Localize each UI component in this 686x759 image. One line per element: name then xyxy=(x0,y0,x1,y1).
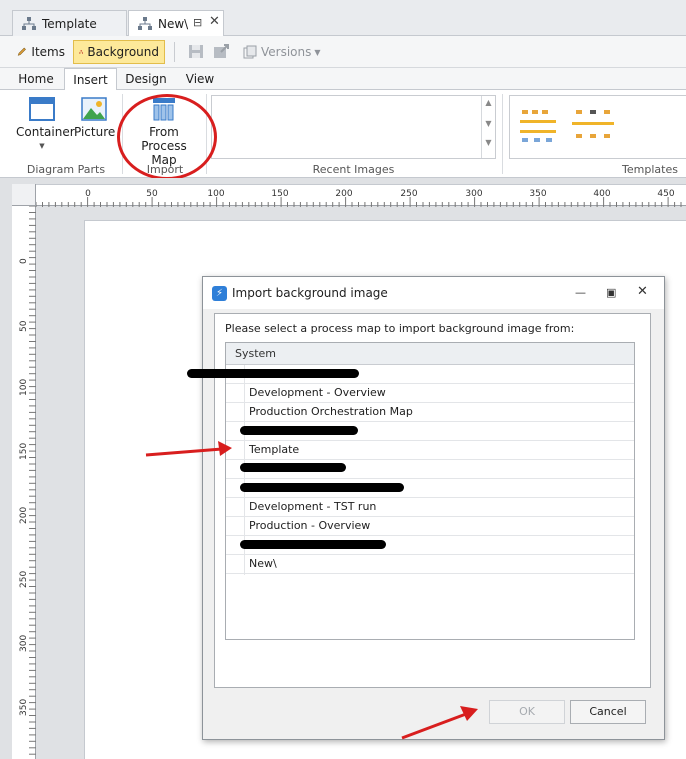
tab-home[interactable]: Home xyxy=(12,68,60,90)
gallery-scrollbar[interactable]: ▲ ▼ ▼ xyxy=(481,96,495,158)
dialog-title-bar[interactable]: ⚡ Import background image — ▣ ✕ xyxy=(203,277,664,309)
process-map-icon xyxy=(22,16,36,30)
ruler-label: 0 xyxy=(19,258,29,264)
ruler-ticks xyxy=(29,206,36,755)
templates-gallery[interactable] xyxy=(509,95,686,159)
versions-icon xyxy=(243,45,257,59)
ruler-label: 100 xyxy=(19,378,29,396)
pencil-icon xyxy=(17,47,26,56)
ribbon-tab-bar: Home Insert Design View xyxy=(0,68,686,91)
dialog-title: Import background image xyxy=(232,286,388,300)
annotation-arrow xyxy=(401,706,478,740)
ruler-label: 200 xyxy=(19,506,29,524)
dialog-prompt: Please select a process map to import ba… xyxy=(225,322,575,335)
ruler-label: 350 xyxy=(19,698,29,716)
container-label: Container xyxy=(16,125,75,139)
ruler-label: 0 xyxy=(85,189,91,199)
chevron-down-icon: ▼ xyxy=(39,142,45,150)
tab-label: New\ xyxy=(158,17,189,31)
background-label: Background xyxy=(87,45,159,59)
template-thumbnail[interactable] xyxy=(572,110,614,138)
list-item[interactable]: Production - Overview xyxy=(226,517,634,536)
export-icon[interactable] xyxy=(213,44,229,59)
import-background-dialog: ⚡ Import background image — ▣ ✕ Please s… xyxy=(202,276,665,740)
ruler-ticks xyxy=(36,197,682,207)
close-icon[interactable]: ✕ xyxy=(637,284,648,299)
gallery-expand-icon[interactable]: ▼ xyxy=(482,138,495,147)
list-item[interactable]: New\ xyxy=(226,555,634,574)
tab-insert[interactable]: Insert xyxy=(64,68,117,91)
items-label: Items xyxy=(31,45,65,59)
ruler-label: 150 xyxy=(19,442,29,460)
save-icon[interactable] xyxy=(188,44,204,59)
redaction-mark xyxy=(187,369,359,378)
app-icon: ⚡ xyxy=(212,285,227,301)
chevron-down-icon: ▼ xyxy=(314,47,321,57)
picture-button[interactable]: Picture xyxy=(74,96,116,139)
annotation-arrow xyxy=(145,441,232,457)
tab-label: Template xyxy=(42,16,97,31)
tab-template[interactable]: Template xyxy=(12,10,127,36)
ruler-label: 300 xyxy=(465,189,483,199)
ruler-label: 250 xyxy=(19,570,29,588)
template-thumbnail[interactable] xyxy=(520,110,556,142)
ruler-label: 400 xyxy=(593,189,611,199)
group-label-recent-images: Recent Images xyxy=(312,163,395,176)
quick-toolbar: Items Background Versions ▼ xyxy=(0,36,686,68)
ruler-label: 200 xyxy=(335,189,353,199)
items-button[interactable]: Items xyxy=(12,40,70,64)
container-button[interactable]: Container ▼ xyxy=(16,96,75,153)
ruler-label: 300 xyxy=(19,634,29,652)
group-label-diagram-parts: Diagram Parts xyxy=(26,163,106,176)
ok-button[interactable]: OK xyxy=(489,700,565,724)
template-thumbnails xyxy=(520,110,614,142)
restore-icon[interactable]: ▣ xyxy=(606,286,616,299)
group-separator xyxy=(502,94,503,174)
chevron-down-icon[interactable]: ▼ xyxy=(482,119,495,128)
vertical-ruler: 0 50 100 150 200 250 300 350 400 xyxy=(12,206,36,759)
ribbon: Container ▼ Picture From Process Map ▲ ▼… xyxy=(0,90,686,178)
cancel-button[interactable]: Cancel xyxy=(570,700,646,724)
versions-label: Versions xyxy=(261,45,312,59)
chevron-up-icon[interactable]: ▲ xyxy=(482,98,495,107)
ruler-label: 250 xyxy=(400,189,418,199)
tab-view[interactable]: View xyxy=(175,68,225,90)
minimize-icon[interactable]: — xyxy=(575,286,586,299)
redaction-mark xyxy=(240,483,404,492)
group-label-templates: Templates xyxy=(622,163,678,176)
ruler-corner xyxy=(12,184,36,206)
versions-dropdown[interactable]: Versions ▼ xyxy=(238,40,326,64)
tab-design[interactable]: Design xyxy=(120,68,172,90)
ruler-label: 450 xyxy=(657,189,675,199)
ruler-label: 350 xyxy=(529,189,547,199)
redaction-mark xyxy=(240,426,358,435)
ruler-label: 150 xyxy=(271,189,289,199)
column-header-system[interactable]: System xyxy=(226,343,634,365)
list-item[interactable]: Production Orchestration Map xyxy=(226,403,634,422)
ruler-label: 50 xyxy=(19,320,29,332)
redaction-mark xyxy=(240,540,386,549)
annotation-circle xyxy=(117,94,217,180)
list-item[interactable]: Development - TST run xyxy=(226,498,634,517)
background-button[interactable]: Background xyxy=(73,40,165,64)
recent-images-gallery[interactable]: ▲ ▼ ▼ xyxy=(211,95,496,159)
list-item[interactable]: Development - Overview xyxy=(226,384,634,403)
redaction-mark xyxy=(240,463,346,472)
list-item[interactable]: Template xyxy=(226,441,634,460)
horizontal-ruler: 0 50 100 150 200 250 300 350 400 450 xyxy=(36,184,686,207)
toolbar-separator xyxy=(174,42,175,62)
container-icon xyxy=(29,97,55,121)
picture-icon xyxy=(81,97,107,121)
ruler-label: 100 xyxy=(207,189,225,199)
pin-icon[interactable]: ⊟ xyxy=(193,16,202,29)
close-icon[interactable]: ✕ xyxy=(209,14,220,29)
tab-new[interactable]: New\ ⊟ ✕ xyxy=(128,10,224,37)
picture-label: Picture xyxy=(74,125,116,139)
process-map-icon xyxy=(79,50,84,54)
document-tab-bar: Template New\ ⊟ ✕ xyxy=(0,0,686,37)
process-map-icon xyxy=(138,17,152,30)
ruler-label: 50 xyxy=(146,189,158,199)
